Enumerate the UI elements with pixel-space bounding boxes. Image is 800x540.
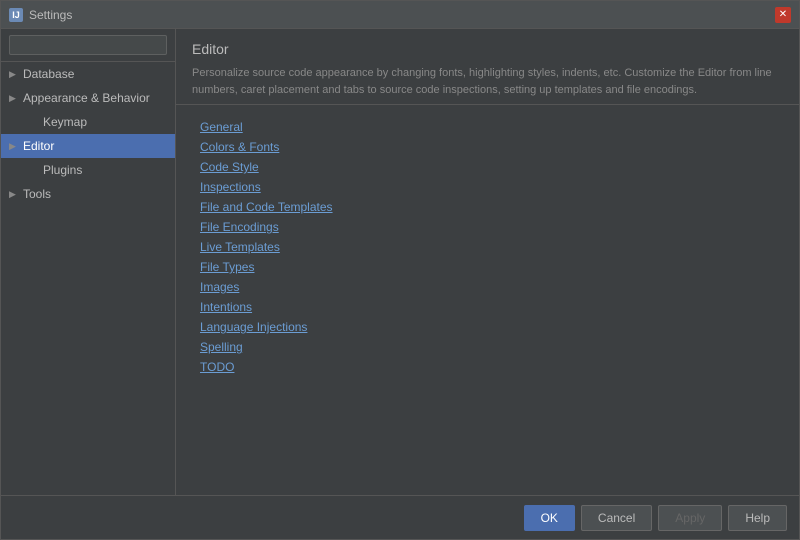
close-button[interactable]: ✕: [775, 7, 791, 23]
sidebar-item-keymap[interactable]: Keymap: [1, 110, 175, 134]
sub-item-spelling[interactable]: Spelling: [192, 337, 783, 357]
sub-item-todo[interactable]: TODO: [192, 357, 783, 377]
sidebar-item-tools[interactable]: ▶ Tools: [1, 182, 175, 206]
sidebar-item-label-editor: Editor: [23, 139, 54, 153]
main-title: Editor: [192, 41, 783, 57]
sidebar-item-appearance[interactable]: ▶ Appearance & Behavior: [1, 86, 175, 110]
sidebar: ▶ Database ▶ Appearance & Behavior Keymap ▶ Ed…: [1, 29, 176, 495]
main-header: Editor Personalize source code appearanc…: [176, 29, 799, 105]
sidebar-item-label-appearance: Appearance & Behavior: [23, 91, 150, 105]
title-bar: IJ Settings ✕: [1, 1, 799, 29]
main-body: GeneralColors & FontsCode StyleInspectio…: [176, 105, 799, 495]
search-input[interactable]: [9, 35, 167, 55]
nav-arrow-appearance: ▶: [9, 93, 19, 103]
sidebar-item-database[interactable]: ▶ Database: [1, 62, 175, 86]
window-title: Settings: [29, 8, 775, 22]
sub-item-colors-fonts[interactable]: Colors & Fonts: [192, 137, 783, 157]
sidebar-item-plugins[interactable]: Plugins: [1, 158, 175, 182]
content-area: ▶ Database ▶ Appearance & Behavior Keymap ▶ Ed…: [1, 29, 799, 495]
sidebar-item-editor[interactable]: ▶ Editor: [1, 134, 175, 158]
apply-button[interactable]: Apply: [658, 505, 722, 531]
sub-item-code-style[interactable]: Code Style: [192, 157, 783, 177]
sub-item-general[interactable]: General: [192, 117, 783, 137]
sub-item-file-encodings[interactable]: File Encodings: [192, 217, 783, 237]
sub-item-inspections[interactable]: Inspections: [192, 177, 783, 197]
sub-item-language-injections[interactable]: Language Injections: [192, 317, 783, 337]
sidebar-item-label-keymap: Keymap: [43, 115, 87, 129]
sidebar-item-label-tools: Tools: [23, 187, 51, 201]
nav-arrow-tools: ▶: [9, 189, 19, 199]
ok-button[interactable]: OK: [524, 505, 575, 531]
sub-item-live-templates[interactable]: Live Templates: [192, 237, 783, 257]
sub-items-list: GeneralColors & FontsCode StyleInspectio…: [192, 117, 783, 377]
app-icon: IJ: [9, 8, 23, 22]
nav-list: ▶ Database ▶ Appearance & Behavior Keymap ▶ Ed…: [1, 62, 175, 206]
nav-arrow-database: ▶: [9, 69, 19, 79]
sub-item-file-code-templates[interactable]: File and Code Templates: [192, 197, 783, 217]
help-button[interactable]: Help: [728, 505, 787, 531]
search-container: [1, 29, 175, 62]
sub-item-file-types[interactable]: File Types: [192, 257, 783, 277]
sub-item-images[interactable]: Images: [192, 277, 783, 297]
footer: OK Cancel Apply Help: [1, 495, 799, 539]
sidebar-item-label-plugins: Plugins: [43, 163, 82, 177]
main-content: Editor Personalize source code appearanc…: [176, 29, 799, 495]
nav-arrow-editor: ▶: [9, 141, 19, 151]
settings-window: IJ Settings ✕ ▶ Database ▶ Appearance & Beh…: [0, 0, 800, 540]
sidebar-item-label-database: Database: [23, 67, 74, 81]
main-description: Personalize source code appearance by ch…: [192, 65, 783, 98]
sub-item-intentions[interactable]: Intentions: [192, 297, 783, 317]
cancel-button[interactable]: Cancel: [581, 505, 652, 531]
